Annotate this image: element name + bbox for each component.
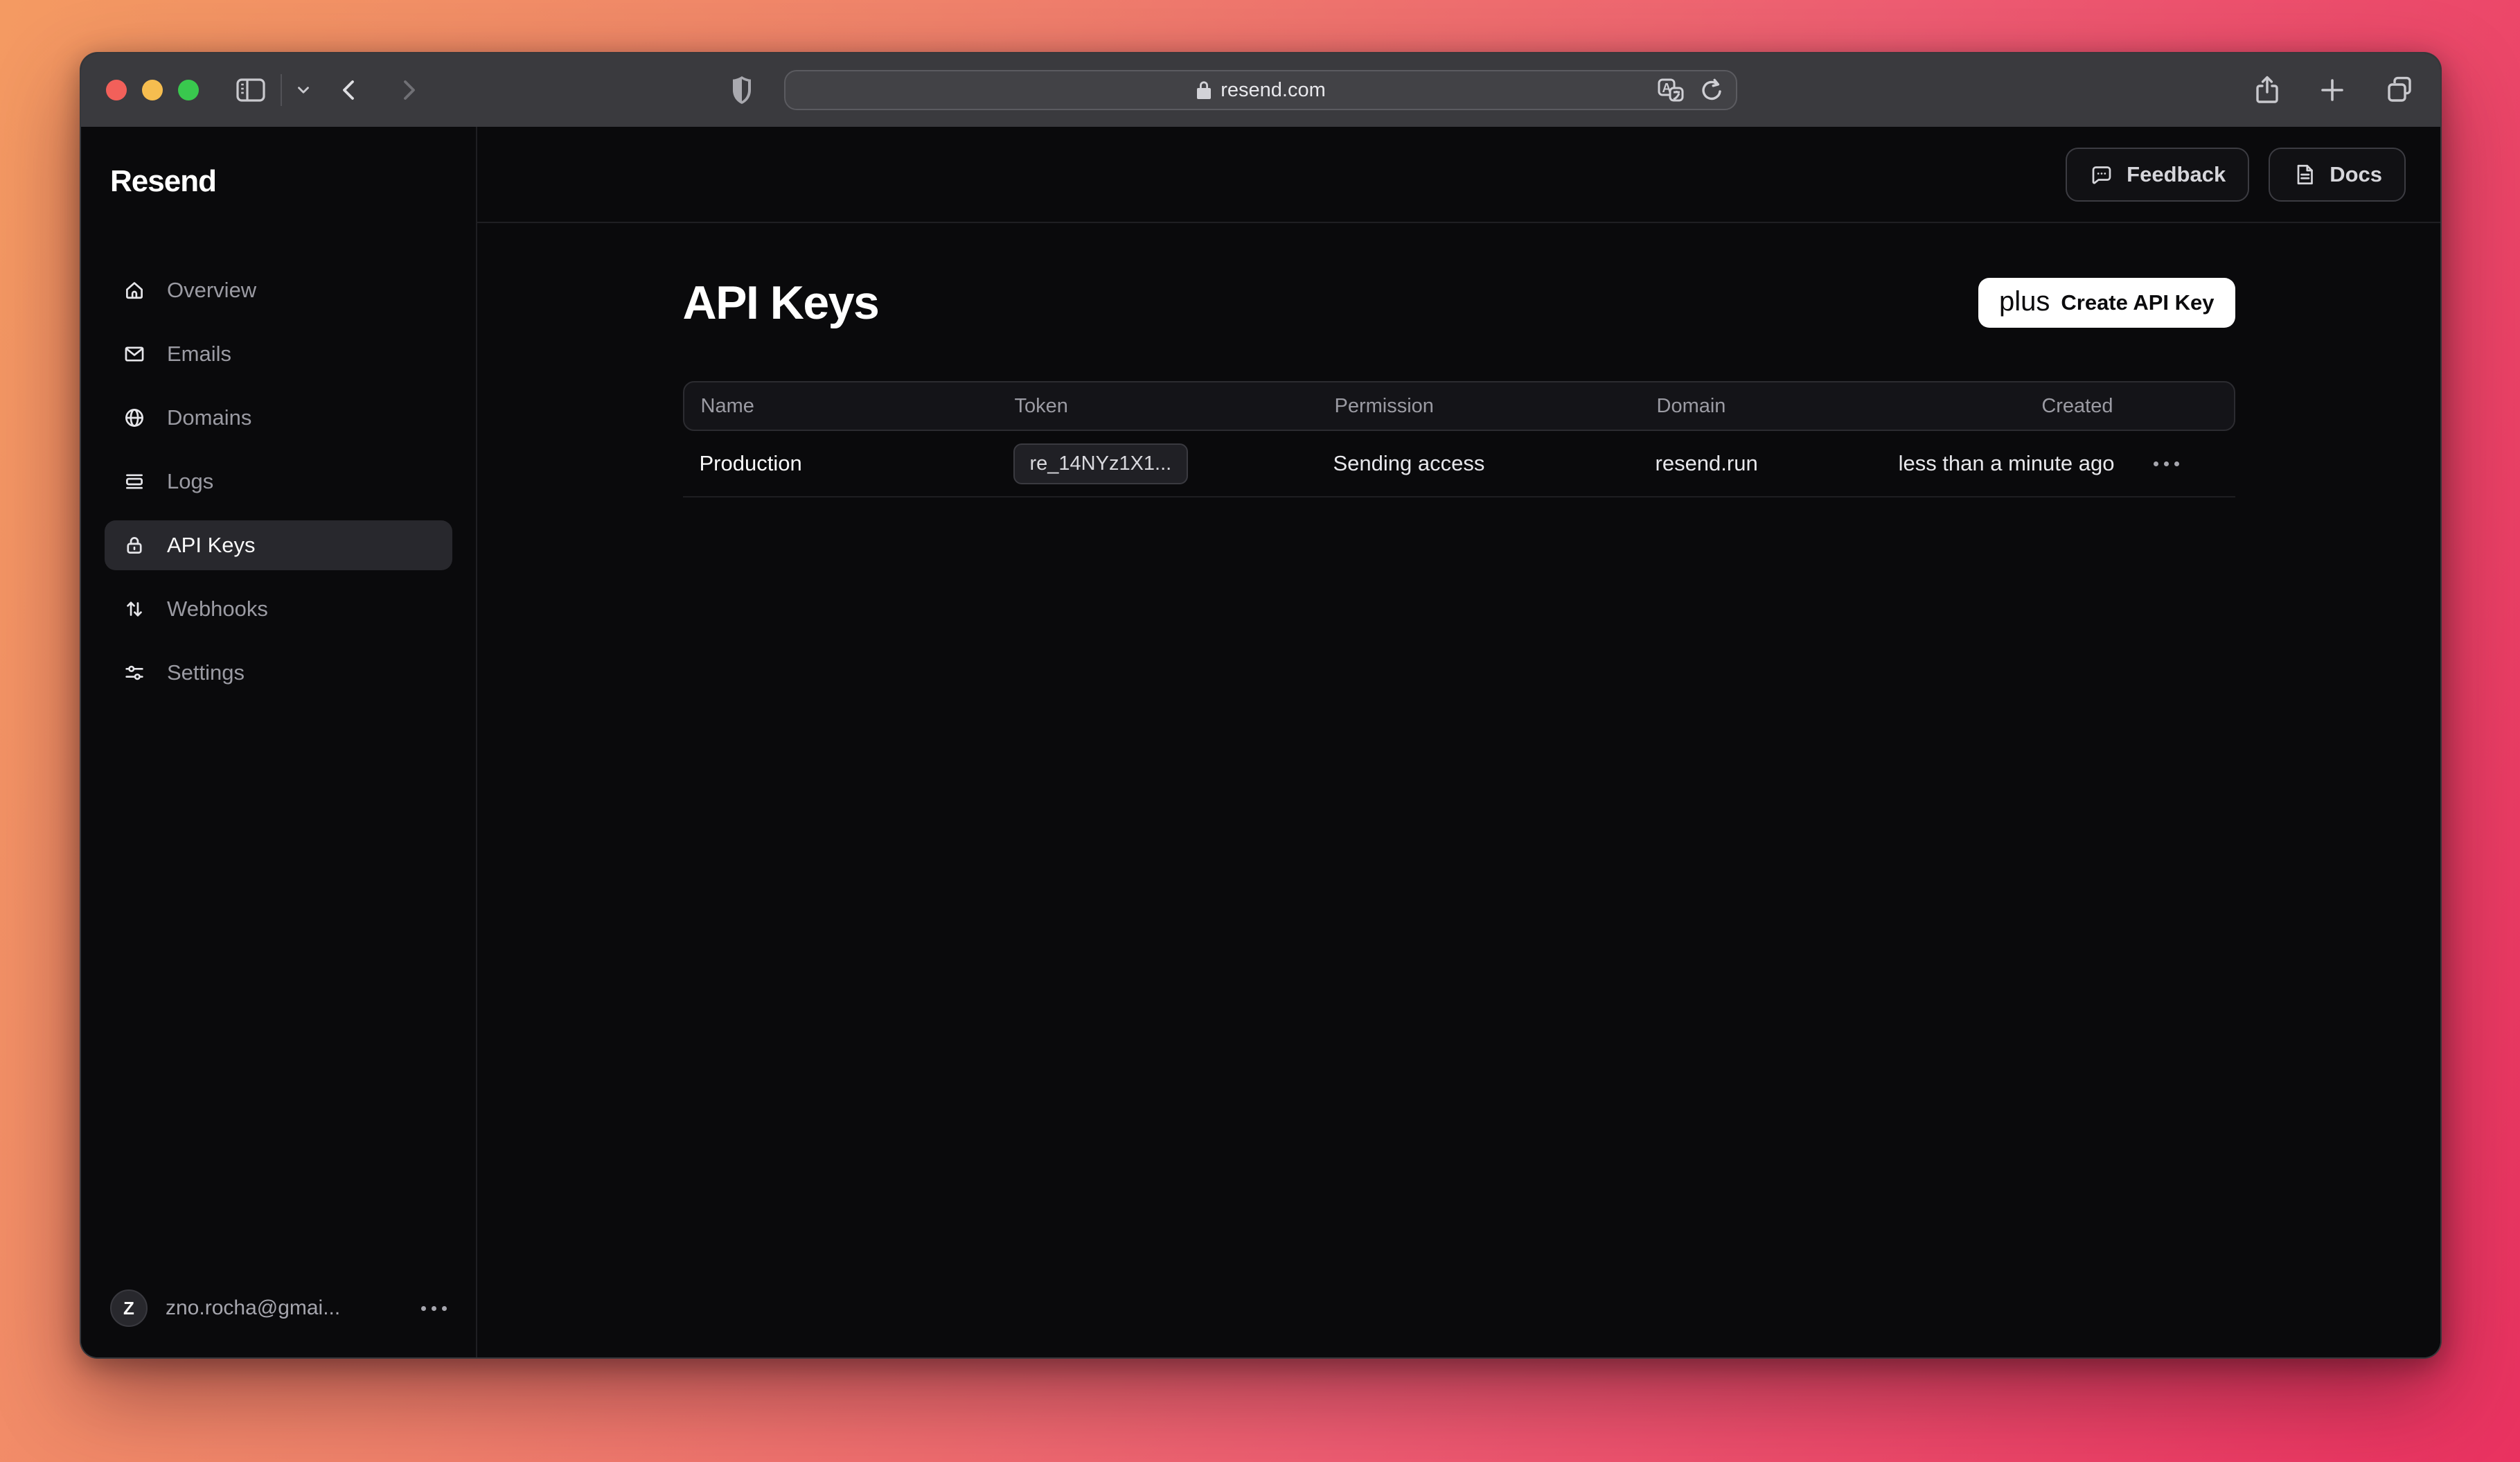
mail-icon — [123, 342, 146, 366]
toolbar-divider — [281, 74, 282, 106]
sidebar-item-label: Settings — [167, 660, 245, 685]
lock-icon — [1196, 80, 1212, 100]
user-email: zno.rocha@gmai... — [166, 1296, 403, 1320]
browser-window: resend.com A — [80, 52, 2442, 1359]
sidebar-item-label: Domains — [167, 405, 251, 430]
tab-overview-icon[interactable] — [2384, 74, 2415, 106]
forward-button-icon[interactable] — [397, 76, 420, 104]
address-bar-content: resend.com — [786, 79, 1736, 102]
token-chip[interactable]: re_14NYz1X1... — [1013, 443, 1189, 484]
back-button-icon[interactable] — [337, 76, 361, 104]
home-icon — [123, 279, 146, 302]
create-api-key-button[interactable]: plus Create API Key — [1978, 278, 2235, 328]
column-header-permission: Permission — [1335, 395, 1657, 418]
new-tab-icon[interactable] — [2317, 75, 2348, 105]
feedback-label: Feedback — [2127, 162, 2226, 187]
avatar: Z — [110, 1289, 148, 1327]
column-header-created: Created — [2041, 395, 2113, 418]
page-title: API Keys — [683, 276, 879, 330]
sidebar-toggle-icon[interactable] — [235, 76, 267, 104]
reload-icon[interactable] — [1700, 77, 1723, 103]
sidebar-item-logs[interactable]: Logs — [105, 457, 452, 507]
column-header-name: Name — [701, 395, 1015, 418]
sidebar-item-webhooks[interactable]: Webhooks — [105, 584, 452, 634]
user-account-row[interactable]: Z zno.rocha@gmai... — [105, 1289, 452, 1327]
title-row: API Keys plus Create API Key — [683, 276, 2235, 330]
top-header: Feedback Docs — [477, 127, 2440, 223]
translate-icon[interactable]: A — [1657, 78, 1685, 103]
page-content: API Keys plus Create API Key Name Token … — [683, 223, 2235, 497]
sidebar-item-label: API Keys — [167, 533, 256, 558]
zoom-window-button[interactable] — [178, 80, 199, 100]
document-icon — [2292, 162, 2317, 187]
sidebar: Resend Overview — [81, 127, 477, 1357]
globe-icon — [123, 406, 146, 430]
plus-icon: plus — [1999, 288, 2050, 315]
column-header-domain: Domain — [1657, 395, 1879, 418]
share-icon[interactable] — [2253, 73, 2281, 107]
table-header: Name Token Permission Domain Created — [683, 381, 2235, 431]
api-keys-table: Name Token Permission Domain Created Pro… — [683, 381, 2235, 497]
sidebar-item-overview[interactable]: Overview — [105, 265, 452, 315]
docs-button[interactable]: Docs — [2269, 148, 2406, 202]
sliders-icon — [123, 661, 146, 685]
browser-toolbar: resend.com A — [81, 53, 2440, 127]
api-key-created: less than a minute ago — [1899, 451, 2115, 476]
url-text: resend.com — [1221, 79, 1326, 102]
row-actions-menu-icon[interactable] — [2154, 461, 2179, 466]
create-api-key-label: Create API Key — [2061, 290, 2214, 315]
docs-label: Docs — [2330, 162, 2382, 187]
toolbar-right-group — [2253, 73, 2415, 107]
sidebar-item-label: Overview — [167, 278, 256, 303]
close-window-button[interactable] — [106, 80, 127, 100]
privacy-shield-icon[interactable] — [730, 75, 754, 105]
window-controls — [106, 80, 199, 100]
api-key-name: Production — [700, 451, 1013, 476]
minimize-window-button[interactable] — [142, 80, 163, 100]
resend-logo: Resend — [110, 164, 452, 199]
arrows-up-down-icon — [123, 597, 146, 621]
resend-app: Resend Overview — [81, 127, 2440, 1357]
toolbar-left-group — [235, 74, 420, 106]
address-bar-actions: A — [1657, 71, 1723, 109]
lock-icon — [123, 534, 146, 557]
sidebar-item-api-keys[interactable]: API Keys — [105, 520, 452, 570]
sidebar-item-emails[interactable]: Emails — [105, 329, 452, 379]
table-row: Production re_14NYz1X1... Sending access… — [683, 431, 2235, 497]
sidebar-item-label: Emails — [167, 342, 231, 367]
feedback-button[interactable]: Feedback — [2066, 148, 2249, 202]
sidebar-item-settings[interactable]: Settings — [105, 648, 452, 698]
sidebar-item-label: Logs — [167, 469, 213, 494]
main-area: Feedback Docs API Key — [477, 127, 2440, 1357]
rows-icon — [123, 470, 146, 493]
api-key-permission: Sending access — [1333, 451, 1656, 476]
address-bar[interactable]: resend.com A — [784, 70, 1737, 110]
sidebar-item-label: Webhooks — [167, 597, 268, 622]
chevron-down-icon[interactable] — [294, 81, 312, 99]
column-header-token: Token — [1015, 395, 1335, 418]
sidebar-nav: Overview Emails — [105, 265, 452, 698]
api-key-domain: resend.run — [1656, 451, 1877, 476]
sidebar-item-domains[interactable]: Domains — [105, 393, 452, 443]
user-menu-icon[interactable] — [421, 1306, 447, 1311]
feedback-bubble-icon — [2089, 162, 2114, 187]
